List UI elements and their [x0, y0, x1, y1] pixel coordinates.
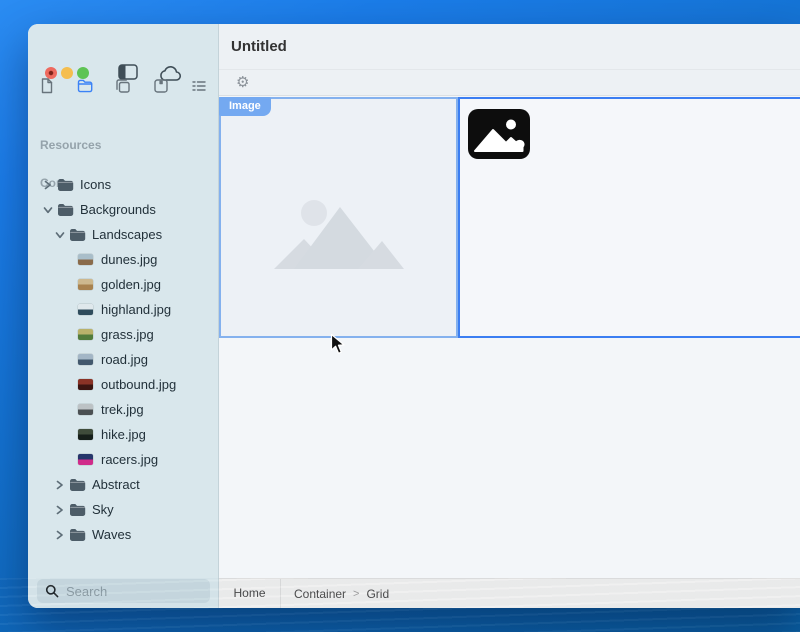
- tree-item-label: Abstract: [92, 477, 140, 492]
- folder-icon[interactable]: [76, 77, 94, 95]
- file-thumbnail: [78, 279, 93, 290]
- duplicate-icon[interactable]: [114, 77, 132, 95]
- mountains-placeholder-icon: [273, 191, 404, 274]
- folder-icon: [69, 478, 86, 491]
- tree-item-grass-jpg[interactable]: grass.jpg: [28, 322, 218, 347]
- save-card-icon[interactable]: [152, 77, 170, 95]
- chevron-down-icon[interactable]: [43, 205, 55, 215]
- tree-item-label: Sky: [92, 502, 114, 517]
- search-placeholder: Search: [66, 583, 108, 599]
- tree-item-outbound-jpg[interactable]: outbound.jpg: [28, 372, 218, 397]
- tree-item-label: trek.jpg: [101, 402, 144, 417]
- sidebar: Resources Core Icons Backgrounds Landscape…: [28, 24, 219, 608]
- resources-header: Resources: [40, 138, 102, 152]
- selection-label-tag: Image: [219, 97, 271, 116]
- tree-item-label: grass.jpg: [101, 327, 154, 342]
- chevron-down-icon[interactable]: [55, 230, 67, 240]
- tree-item-label: outbound.jpg: [101, 377, 177, 392]
- tree-item-highland-jpg[interactable]: highland.jpg: [28, 297, 218, 322]
- breadcrumb-grid[interactable]: Grid: [366, 587, 389, 601]
- folder-icon: [57, 203, 74, 216]
- tree-item-waves[interactable]: Waves: [28, 522, 218, 547]
- breadcrumb: Container > Grid: [294, 587, 389, 601]
- app-window: Resources Core Icons Backgrounds Landscape…: [28, 24, 800, 608]
- file-thumbnail: [78, 354, 93, 365]
- tree-item-hike-jpg[interactable]: hike.jpg: [28, 422, 218, 447]
- tree-item-label: road.jpg: [101, 352, 148, 367]
- chevron-right-icon[interactable]: [55, 480, 67, 490]
- tree-item-sky[interactable]: Sky: [28, 497, 218, 522]
- chevron-right-icon[interactable]: [43, 180, 55, 190]
- search-input[interactable]: Search: [37, 579, 210, 603]
- folder-icon: [57, 178, 74, 191]
- tree-item-racers-jpg[interactable]: racers.jpg: [28, 447, 218, 472]
- bottom-bar: Home Container > Grid: [219, 578, 800, 608]
- file-thumbnail: [78, 454, 93, 465]
- tree-item-dunes-jpg[interactable]: dunes.jpg: [28, 247, 218, 272]
- sidebar-toolbar: [28, 77, 218, 95]
- chevron-right-icon[interactable]: [55, 530, 67, 540]
- resource-tree: Icons Backgrounds Landscapes dunes.jpg golde…: [28, 172, 218, 547]
- title-bar: Untitled: [219, 24, 800, 70]
- tree-item-landscapes[interactable]: Landscapes: [28, 222, 218, 247]
- canvas-toolbar: ⚙: [219, 70, 800, 96]
- tree-item-label: hike.jpg: [101, 427, 146, 442]
- tree-item-backgrounds[interactable]: Backgrounds: [28, 197, 218, 222]
- file-thumbnail: [78, 379, 93, 390]
- tree-item-trek-jpg[interactable]: trek.jpg: [28, 397, 218, 422]
- folder-icon: [69, 503, 86, 516]
- file-thumbnail: [78, 404, 93, 415]
- settings-gear-icon[interactable]: ⚙: [236, 75, 249, 90]
- canvas[interactable]: Image: [219, 96, 800, 578]
- breadcrumb-container[interactable]: Container: [294, 587, 346, 601]
- photo-icon: [468, 109, 530, 164]
- breadcrumb-separator: >: [353, 587, 360, 600]
- file-thumbnail: [78, 304, 93, 315]
- folder-icon: [69, 228, 86, 241]
- tree-item-label: racers.jpg: [101, 452, 159, 467]
- tree-item-road-jpg[interactable]: road.jpg: [28, 347, 218, 372]
- tree-item-label: golden.jpg: [101, 277, 161, 292]
- tree-item-abstract[interactable]: Abstract: [28, 472, 218, 497]
- file-thumbnail: [78, 429, 93, 440]
- search-icon: [45, 584, 59, 598]
- tree-item-golden-jpg[interactable]: golden.jpg: [28, 272, 218, 297]
- desktop-wallpaper: Resources Core Icons Backgrounds Landscape…: [0, 0, 800, 632]
- tab-home[interactable]: Home: [219, 579, 281, 608]
- tree-item-label: Icons: [80, 177, 112, 192]
- chevron-right-icon[interactable]: [55, 505, 67, 515]
- tree-item-icons[interactable]: Icons: [28, 172, 218, 197]
- file-thumbnail: [78, 254, 93, 265]
- tree-item-label: dunes.jpg: [101, 252, 158, 267]
- tree-item-label: highland.jpg: [101, 302, 172, 317]
- outline-list-icon[interactable]: [190, 77, 208, 95]
- new-document-icon[interactable]: [38, 77, 56, 95]
- image-node-selected[interactable]: [458, 97, 800, 338]
- document-title: Untitled: [231, 38, 287, 55]
- main-area: Untitled ⚙ Image Home Container > Grid: [219, 24, 800, 608]
- file-thumbnail: [78, 329, 93, 340]
- tree-item-label: Backgrounds: [80, 202, 156, 217]
- folder-icon: [69, 528, 86, 541]
- tree-item-label: Waves: [92, 527, 132, 542]
- tree-item-label: Landscapes: [92, 227, 163, 242]
- image-node-empty[interactable]: Image: [219, 97, 458, 338]
